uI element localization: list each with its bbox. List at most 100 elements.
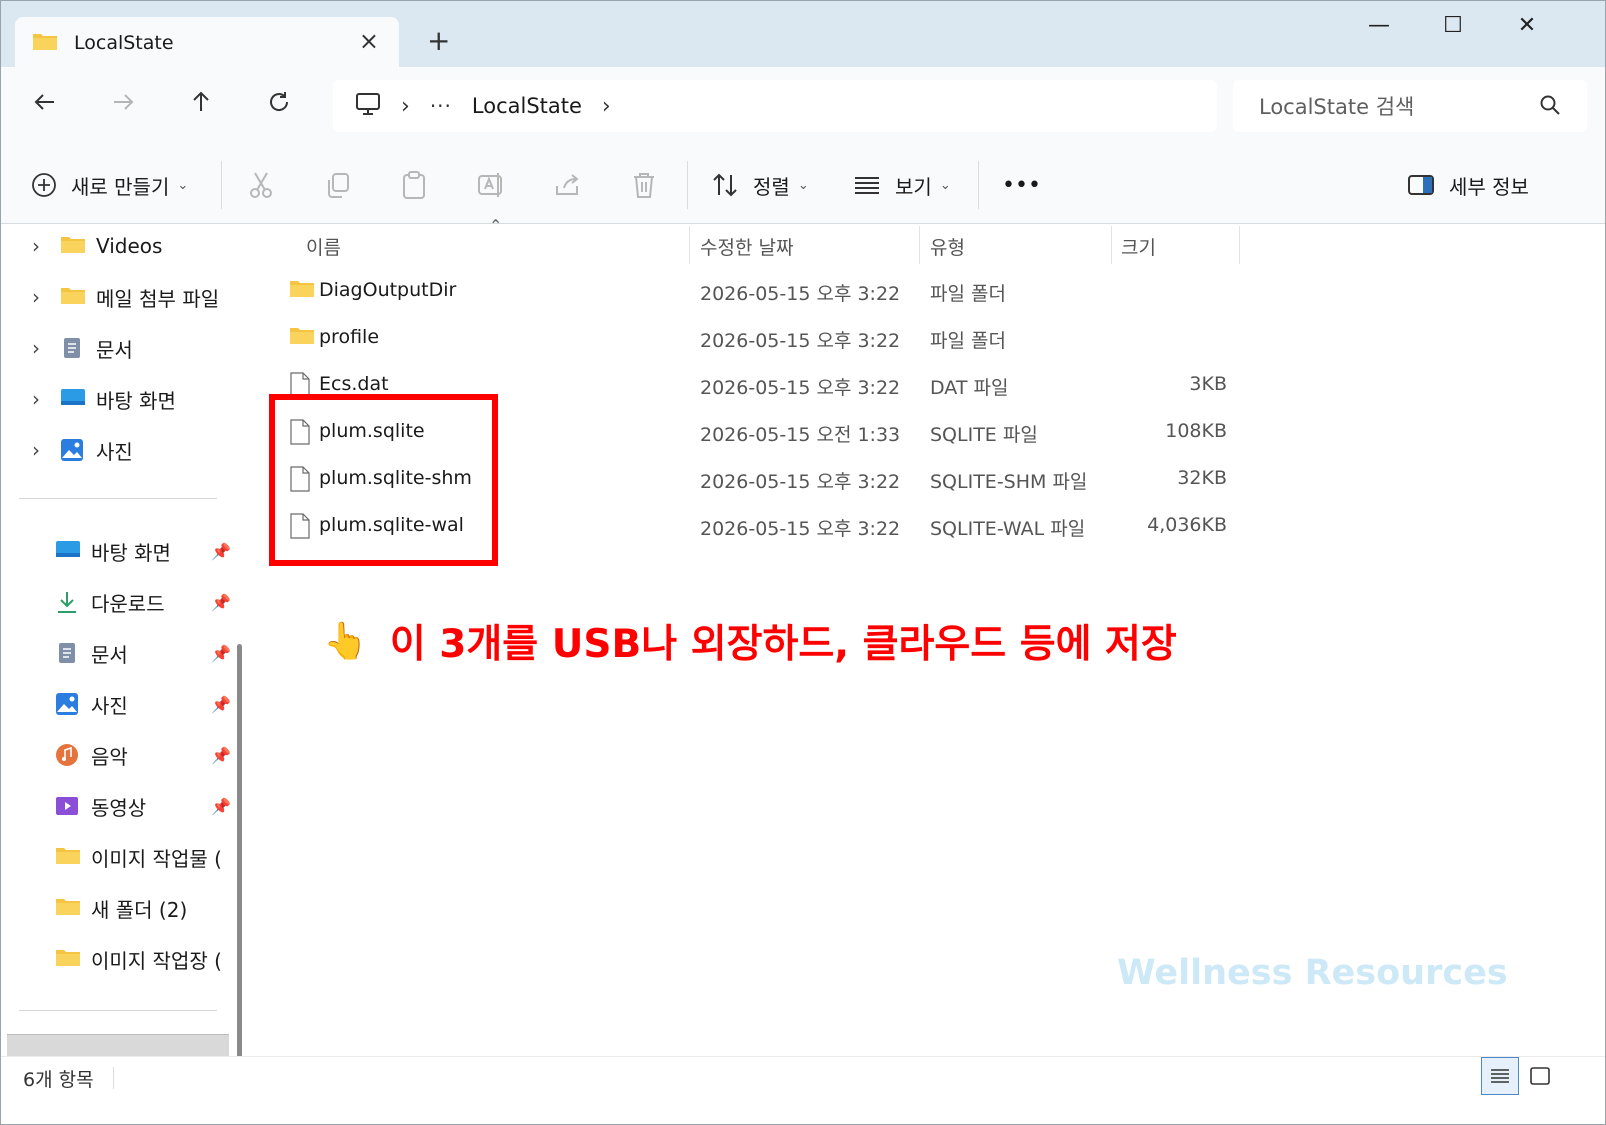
sidebar-tree-item[interactable]: › 메일 첨부 파일 — [1, 275, 233, 319]
refresh-button[interactable] — [259, 89, 299, 123]
quick-access-item[interactable]: 이미지 작업장 ( — [1, 937, 233, 981]
new-button[interactable]: 새로 만들기 ⌄ — [31, 147, 188, 223]
sidebar-item-label: 이미지 작업물 ( — [91, 846, 222, 871]
cut-button[interactable] — [248, 147, 274, 223]
file-name: Ecs.dat — [319, 373, 389, 395]
refresh-icon — [270, 92, 289, 111]
more-options-button[interactable]: ••• — [1002, 147, 1041, 223]
pin-icon[interactable]: 📌 — [211, 593, 231, 612]
details-label: 세부 정보 — [1449, 174, 1529, 199]
plus-circle-icon — [32, 173, 56, 197]
file-type: SQLITE 파일 — [930, 424, 1038, 446]
navigation-pane: › Videos › 메일 첨부 파일 › 문서 › 바탕 화면 › 사진 바탕 화면 📌 다운로드 📌 문… — [1, 224, 249, 1124]
highlight-box — [269, 394, 498, 566]
sort-button[interactable]: 정렬 ⌄ — [711, 147, 809, 223]
sidebar-item-label: 사진 — [96, 439, 133, 464]
view-button[interactable]: 보기 ⌄ — [853, 147, 951, 223]
rename-button[interactable] — [477, 147, 505, 223]
tiles-view-button[interactable] — [1521, 1057, 1559, 1095]
sidebar-tree-item[interactable]: › 바탕 화면 — [1, 377, 233, 421]
folder-icon — [32, 31, 58, 55]
quick-access-item[interactable]: 다운로드 📌 — [1, 580, 233, 624]
minimize-button[interactable]: — — [1359, 11, 1399, 41]
sidebar-partial-item[interactable] — [7, 1034, 229, 1057]
close-window-button[interactable]: ✕ — [1507, 11, 1547, 41]
desktop-icon — [55, 539, 83, 563]
column-header-modified[interactable]: 수정한 날짜 — [700, 224, 920, 268]
quick-access-item[interactable]: 이미지 작업물 ( — [1, 835, 233, 879]
file-row[interactable]: profile 2026-05-15 오후 3:22 파일 폴더 — [253, 315, 1253, 362]
file-type: 파일 폴더 — [930, 283, 1006, 305]
quick-access-item[interactable]: 음악 📌 — [1, 733, 233, 777]
folder-icon — [55, 947, 83, 971]
folder-icon — [289, 325, 315, 350]
quick-access-item[interactable]: 바탕 화면 📌 — [1, 529, 233, 573]
copy-button[interactable] — [325, 147, 351, 223]
quick-access-item[interactable]: 동영상 📌 — [1, 784, 233, 828]
delete-button[interactable] — [632, 147, 656, 223]
sort-icon — [713, 173, 737, 197]
item-count: 6개 항목 — [23, 1069, 94, 1091]
pointing-hand-icon: 👆 — [323, 621, 368, 662]
file-type: SQLITE-WAL 파일 — [930, 518, 1086, 540]
chevron-right-icon[interactable]: › — [32, 387, 60, 411]
new-tab-button[interactable]: + — [427, 27, 450, 55]
chevron-right-icon[interactable]: › — [32, 234, 60, 258]
sidebar-tree-item[interactable]: › Videos — [1, 224, 233, 268]
file-row[interactable]: DiagOutputDir 2026-05-15 오후 3:22 파일 폴더 — [253, 268, 1253, 315]
search-icon[interactable] — [1539, 94, 1561, 120]
breadcrumb-current[interactable]: LocalState — [472, 94, 582, 118]
sidebar-tree-item[interactable]: › 사진 — [1, 428, 233, 472]
file-size: 3KB — [1189, 373, 1227, 395]
paste-button[interactable] — [401, 147, 427, 223]
chevron-right-icon[interactable]: › — [32, 336, 60, 360]
breadcrumb-more[interactable]: ··· — [430, 94, 452, 118]
column-divider[interactable] — [919, 226, 920, 264]
chevron-right-icon[interactable]: › — [32, 438, 60, 462]
search-placeholder: LocalState 검색 — [1259, 95, 1415, 119]
file-type: SQLITE-SHM 파일 — [930, 471, 1088, 493]
quick-access-item[interactable]: 문서 📌 — [1, 631, 233, 675]
annotation-text: 이 3개를 USB나 외장하드, 클라우드 등에 저장 — [389, 622, 1177, 667]
sidebar-item-label: 이미지 작업장 ( — [91, 948, 222, 973]
view-label: 보기 — [895, 174, 932, 199]
column-divider[interactable] — [1239, 226, 1240, 264]
address-bar[interactable]: › ··· LocalState › — [333, 80, 1217, 132]
file-explorer-window: LocalState × + — ☐ ✕ › ··· LocalState › — [0, 0, 1606, 1125]
back-button[interactable] — [25, 89, 65, 123]
pin-icon[interactable]: 📌 — [211, 542, 231, 561]
pin-icon[interactable]: 📌 — [211, 797, 231, 816]
close-tab-icon[interactable]: × — [359, 29, 379, 53]
share-button[interactable] — [554, 147, 582, 223]
pin-icon[interactable]: 📌 — [211, 746, 231, 765]
pin-icon[interactable]: 📌 — [211, 644, 231, 663]
quick-access-item[interactable]: 사진 📌 — [1, 682, 233, 726]
quick-access-item[interactable]: 새 폴더 (2) — [1, 886, 233, 930]
chevron-right-icon[interactable]: › — [32, 285, 60, 309]
column-header-name[interactable]: 이름 — [306, 224, 686, 268]
details-view-button[interactable] — [1481, 1057, 1519, 1095]
sidebar-tree-item[interactable]: › 문서 — [1, 326, 233, 370]
tab-localstate[interactable]: LocalState × — [15, 17, 399, 69]
chevron-right-icon[interactable]: › — [401, 94, 410, 119]
maximize-button[interactable]: ☐ — [1433, 11, 1473, 41]
folder-icon — [60, 234, 88, 258]
music-icon — [55, 743, 83, 767]
sidebar-scrollbar[interactable] — [237, 644, 242, 1124]
toolbar-divider — [221, 161, 222, 209]
forward-button[interactable] — [103, 89, 143, 123]
column-header-size[interactable]: 크기 — [1121, 224, 1241, 268]
column-header-type[interactable]: 유형 — [930, 224, 1110, 268]
chevron-down-icon: ⌄ — [939, 177, 951, 193]
up-button[interactable] — [181, 89, 221, 123]
pictures-icon — [55, 692, 83, 716]
column-divider[interactable] — [1111, 226, 1112, 264]
column-name-label: 이름 — [306, 236, 341, 259]
pin-icon[interactable]: 📌 — [211, 695, 231, 714]
details-pane-icon — [1408, 175, 1434, 195]
search-input[interactable]: LocalState 검색 — [1233, 80, 1587, 132]
column-divider[interactable] — [689, 226, 690, 264]
details-pane-button[interactable]: 세부 정보 — [1407, 147, 1529, 223]
chevron-right-icon[interactable]: › — [602, 94, 611, 119]
sidebar-divider — [19, 1010, 217, 1011]
